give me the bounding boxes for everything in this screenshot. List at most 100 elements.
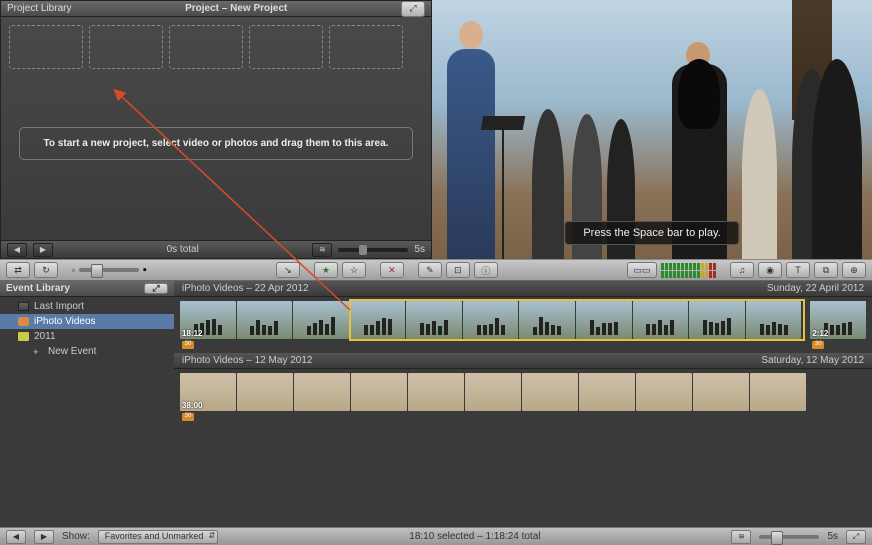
clip-thumbnail[interactable] xyxy=(465,373,521,411)
clip-thumbnail[interactable] xyxy=(693,373,749,411)
clip-duration: 2:12 xyxy=(812,329,828,338)
event-library-title: Event Library xyxy=(6,283,70,294)
event-library-item-label: Last Import xyxy=(34,301,84,312)
clip-badge: 30 xyxy=(182,341,194,349)
drop-slot[interactable] xyxy=(329,25,403,69)
photo-icon xyxy=(18,317,29,326)
clip-thumbnail[interactable] xyxy=(522,373,578,411)
arrow-tool-button[interactable]: ↘ xyxy=(276,262,300,278)
event-library-item[interactable]: 2011 xyxy=(0,329,174,344)
clip-thumbnail[interactable] xyxy=(689,301,745,339)
title-browser-button[interactable]: T xyxy=(786,262,810,278)
browser-play-button[interactable]: ▶ xyxy=(34,530,54,544)
browser-zoom-value: 5s xyxy=(827,531,838,542)
clip-row[interactable]: 38:0030 xyxy=(174,369,872,415)
browser-waveform-toggle[interactable]: ≋ xyxy=(731,530,751,544)
event-library-item[interactable]: ✦ New Event xyxy=(0,344,174,359)
thumb-large-icon: ▪ xyxy=(143,264,147,276)
project-header: Project Library Project – New Project ⤢ xyxy=(1,1,431,17)
clip-thumbnail[interactable]: 18:1230 xyxy=(180,301,236,339)
event-library-item-label: 2011 xyxy=(34,331,56,342)
bottom-bar: ◀ ▶ Show: Favorites and Unmarked 18:10 s… xyxy=(0,527,872,545)
clip-thumbnail[interactable] xyxy=(519,301,575,339)
thumbnail-size-slider[interactable] xyxy=(79,268,139,272)
event-title-left: iPhoto Videos – 22 Apr 2012 xyxy=(182,283,309,294)
clip-thumbnail[interactable] xyxy=(633,301,689,339)
project-zoom-value: 5s xyxy=(414,244,425,255)
clip-thumbnail[interactable]: 2:1230 xyxy=(810,301,866,339)
transition-browser-button[interactable]: ⧉ xyxy=(814,262,838,278)
drop-slot[interactable] xyxy=(89,25,163,69)
clip-thumbnail[interactable] xyxy=(237,373,293,411)
clip-thumbnail[interactable] xyxy=(237,301,293,339)
event-library-options-button[interactable]: ⤢ xyxy=(144,283,168,294)
reload-button[interactable]: ↻ xyxy=(34,262,58,278)
browser-back-button[interactable]: ◀ xyxy=(6,530,26,544)
crop-button[interactable]: ⊡ xyxy=(446,262,470,278)
clip-row[interactable]: 18:1230 2:1230 xyxy=(174,297,872,343)
inspector-button[interactable]: ⓘ xyxy=(474,262,498,278)
clip-thumbnail[interactable]: 38:0030 xyxy=(180,373,236,411)
event-title-right: Sunday, 22 April 2012 xyxy=(767,283,864,294)
unmark-button[interactable]: ☆ xyxy=(342,262,366,278)
clip-thumbnail[interactable] xyxy=(636,373,692,411)
drop-slot[interactable] xyxy=(249,25,323,69)
project-back-button[interactable]: ◀ xyxy=(7,243,27,257)
viewer-panel[interactable]: Press the Space bar to play. xyxy=(432,0,872,259)
viewer-tooltip: Press the Space bar to play. xyxy=(564,221,739,245)
project-panel: Project Library Project – New Project ⤢ … xyxy=(0,0,432,259)
voiceover-button[interactable]: ✎ xyxy=(418,262,442,278)
project-hint: To start a new project, select video or … xyxy=(19,127,413,160)
project-zoom-slider[interactable] xyxy=(338,248,408,252)
clip-thumbnail[interactable] xyxy=(350,301,406,339)
event-title-left: iPhoto Videos – 12 May 2012 xyxy=(182,355,312,366)
drop-slot[interactable] xyxy=(9,25,83,69)
clip-thumbnail[interactable] xyxy=(408,373,464,411)
clip-thumbnail[interactable] xyxy=(351,373,407,411)
project-total-duration: 0s total xyxy=(59,244,306,255)
cal-icon xyxy=(18,332,29,341)
browser-zoom-slider[interactable] xyxy=(759,535,819,539)
clip-thumbnail[interactable] xyxy=(579,373,635,411)
project-drop-area[interactable] xyxy=(1,17,431,77)
center-toolbar: ⇄ ↻ ▫ ▪ ↘ ★ ☆ ✕ ✎ ⊡ ⓘ ▭▭ ♫ ◉ T ⧉ ⊕ xyxy=(0,259,872,281)
event-library-item-label: iPhoto Videos xyxy=(34,316,96,327)
clip-thumbnail[interactable] xyxy=(576,301,632,339)
event-library-item[interactable]: Last Import xyxy=(0,299,174,314)
thumb-small-icon: ▫ xyxy=(72,266,75,275)
photo-browser-button[interactable]: ◉ xyxy=(758,262,782,278)
event-browser: iPhoto Videos – 22 Apr 2012 Sunday, 22 Ap… xyxy=(174,281,872,527)
event-title-right: Saturday, 12 May 2012 xyxy=(761,355,864,366)
waveform-toggle[interactable]: ≋ xyxy=(312,243,332,257)
clip-badge: 30 xyxy=(182,413,194,421)
star-icon: ✦ xyxy=(32,347,43,356)
project-library-label[interactable]: Project Library xyxy=(7,3,71,14)
clip-thumbnail[interactable] xyxy=(293,301,349,339)
project-expand-button[interactable]: ⤢ xyxy=(401,1,425,17)
clip-thumbnail[interactable] xyxy=(750,373,806,411)
clip-duration: 38:00 xyxy=(182,401,202,410)
selection-status: 18:10 selected – 1:18:24 total xyxy=(226,531,723,542)
film-icon xyxy=(18,302,29,311)
event-header: iPhoto Videos – 22 Apr 2012 Sunday, 22 Ap… xyxy=(174,281,872,297)
clip-thumbnail[interactable] xyxy=(463,301,519,339)
browser-expand-button[interactable]: ⤢ xyxy=(846,530,866,544)
favorite-button[interactable]: ★ xyxy=(314,262,338,278)
swap-layout-button[interactable]: ⇄ xyxy=(6,262,30,278)
reject-button[interactable]: ✕ xyxy=(380,262,404,278)
filter-select[interactable]: Favorites and Unmarked xyxy=(98,530,219,544)
clip-thumbnail[interactable] xyxy=(746,301,802,339)
show-label: Show: xyxy=(62,531,90,542)
project-play-button[interactable]: ▶ xyxy=(33,243,53,257)
clip-duration: 18:12 xyxy=(182,329,202,338)
event-library-panel: Event Library ⤢ Last Import iPhoto Videos… xyxy=(0,281,174,527)
keyword-button[interactable]: ▭▭ xyxy=(627,262,657,278)
clip-thumbnail[interactable] xyxy=(406,301,462,339)
maps-browser-button[interactable]: ⊕ xyxy=(842,262,866,278)
music-browser-button[interactable]: ♫ xyxy=(730,262,754,278)
project-title: Project – New Project xyxy=(71,3,401,14)
event-library-item[interactable]: iPhoto Videos xyxy=(0,314,174,329)
drop-slot[interactable] xyxy=(169,25,243,69)
clip-thumbnail[interactable] xyxy=(294,373,350,411)
event-library-item-label: New Event xyxy=(48,346,96,357)
